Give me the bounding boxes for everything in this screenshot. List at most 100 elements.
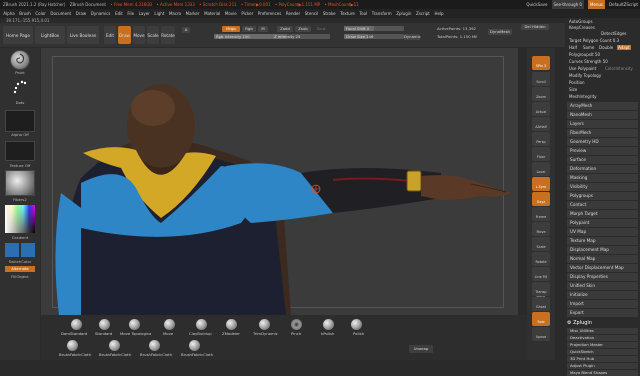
dynamesh-button[interactable]: DynaMesh	[488, 29, 512, 35]
group-visibility[interactable]: Visibility	[567, 183, 638, 191]
frame-button[interactable]: Frame	[532, 207, 550, 221]
zadd-button[interactable]: Zadd	[277, 26, 293, 32]
fill-object-label[interactable]: FillObject	[0, 274, 40, 279]
quicksave-button[interactable]: QuickSave	[526, 0, 547, 9]
plugin-adjust[interactable]: Adjust Plugin	[567, 363, 638, 369]
brush-thumbnail[interactable]	[10, 50, 30, 70]
size-button[interactable]: Size	[569, 87, 577, 92]
plugin-projection-master[interactable]: Projection Master	[567, 342, 638, 348]
canvas-viewport[interactable]	[41, 48, 518, 315]
group-contact[interactable]: Contact	[567, 201, 638, 209]
modify-topology-button[interactable]: Modify Topology	[569, 73, 601, 78]
menu-movie[interactable]: Movie	[225, 11, 237, 16]
move-view-button[interactable]: Move	[532, 222, 550, 236]
move-button[interactable]: Move	[133, 26, 145, 44]
group-masking[interactable]: Masking	[567, 174, 638, 182]
menu-stencil[interactable]: Stencil	[305, 11, 319, 16]
stroke-dots-icon[interactable]	[11, 78, 29, 96]
menus-button[interactable]: Menus	[587, 0, 606, 9]
detectedges-button[interactable]: DetectEdges	[601, 31, 627, 36]
menu-edit[interactable]: Edit	[115, 11, 123, 16]
zoom-button[interactable]: Zoom	[532, 87, 550, 101]
brush-move-icon[interactable]	[164, 319, 175, 330]
scale-button[interactable]: Scale	[147, 26, 159, 44]
brush-hpolish-icon[interactable]	[323, 319, 334, 330]
position-button[interactable]: Position	[569, 80, 585, 85]
linefill-button[interactable]: Line Fill PolyF	[532, 267, 550, 299]
group-export[interactable]: Export	[567, 309, 638, 317]
group-polygroups[interactable]: Polygroups	[567, 192, 638, 200]
zsub-button[interactable]: Zsub	[295, 26, 311, 32]
menu-draw[interactable]: Draw	[76, 11, 86, 16]
group-normal-map[interactable]: Normal Map	[567, 255, 638, 263]
rgb-button[interactable]: Rgb	[242, 26, 256, 32]
autogroups-button[interactable]: AutoGroups	[569, 19, 593, 24]
group-nanomesh[interactable]: NanoMesh	[567, 111, 638, 119]
group-vector-displacement-map[interactable]: Vector Displacement Map	[567, 264, 638, 272]
brush-pinch-icon[interactable]	[291, 319, 302, 330]
menu-layer[interactable]: Layer	[139, 11, 150, 16]
unwrap-button[interactable]: Unwrap	[409, 345, 433, 353]
half-button[interactable]: Half	[569, 45, 577, 50]
group-deformation[interactable]: Deformation	[567, 165, 638, 173]
xpose-button[interactable]: Xpose	[532, 327, 550, 341]
draw-button[interactable]: Draw	[118, 26, 131, 44]
brush-fabric-cloth-1-icon[interactable]	[67, 340, 78, 351]
menu-picker[interactable]: Picker	[241, 11, 253, 16]
character-model[interactable]	[41, 48, 518, 315]
material-thumbnail[interactable]	[5, 170, 35, 196]
menu-preferences[interactable]: Preferences	[258, 11, 282, 16]
menu-brush[interactable]: Brush	[19, 11, 31, 16]
plugin-deactivation[interactable]: Deactivation	[567, 335, 638, 341]
main-color-swatch[interactable]	[5, 243, 19, 257]
menu-stroke[interactable]: Stroke	[323, 11, 336, 16]
solo-button[interactable]: Solo	[532, 312, 550, 326]
group-uv-map[interactable]: UV Map	[567, 228, 638, 236]
brush-zmodeler-icon[interactable]	[226, 319, 237, 330]
menu-transform[interactable]: Transform	[372, 11, 392, 16]
brush-trimdynamic-icon[interactable]	[259, 319, 270, 330]
menu-tool[interactable]: Tool	[359, 11, 367, 16]
group-arraymesh[interactable]: ArrayMesh	[567, 102, 638, 110]
switch-color-label[interactable]: SwitchColor	[0, 259, 40, 264]
group-texture-map[interactable]: Texture Map	[567, 237, 638, 245]
menu-document[interactable]: Document	[50, 11, 71, 16]
rgb-intensity-slider[interactable]: Rgb Intensity 100	[214, 34, 272, 39]
floor-button[interactable]: Floor	[532, 147, 550, 161]
same-button[interactable]: Same	[583, 45, 594, 50]
brush-damstandard-icon[interactable]	[71, 319, 82, 330]
brush-claybuildup-icon[interactable]	[196, 319, 207, 330]
brush-fabric-cloth-3-icon[interactable]	[149, 340, 160, 351]
alternate-button[interactable]: Alternate	[5, 266, 35, 272]
brush-standard-icon[interactable]	[99, 319, 110, 330]
zplugin-header[interactable]: ⚙ Zplugin	[567, 319, 638, 327]
group-unified-skin[interactable]: Unified Skin	[567, 282, 638, 290]
zcut-button[interactable]: Zcut	[313, 26, 329, 32]
default-zscript-button[interactable]: DefaultZScript	[609, 0, 638, 9]
brush-move-topological-icon[interactable]	[129, 319, 140, 330]
menu-help[interactable]: Help	[434, 11, 443, 16]
rotate-view-button[interactable]: Rotate	[532, 252, 550, 266]
brush-fabric-cloth-2-icon[interactable]	[109, 340, 120, 351]
draw-size-slider[interactable]: Draw Size 146	[344, 34, 404, 39]
spix-button[interactable]: SPix 3	[532, 56, 550, 70]
menu-render[interactable]: Render	[286, 11, 300, 16]
live-boolean-button[interactable]: Live Boolean	[67, 26, 99, 44]
texture-thumbnail[interactable]	[5, 141, 35, 161]
transp-button[interactable]: Transp	[532, 282, 550, 296]
aahalf-button[interactable]: AAHalf	[532, 117, 550, 131]
scroll-button[interactable]: Scroll	[532, 72, 550, 86]
menu-zscript[interactable]: Zscript	[416, 11, 430, 16]
plugin-3d-print-hub[interactable]: 3D Print Hub	[567, 356, 638, 362]
mrgb-button[interactable]: Mrgb	[222, 26, 240, 32]
gxyz-button[interactable]: Gxyz	[532, 192, 550, 206]
double-button[interactable]: Double	[599, 45, 613, 50]
meshintegrity-button[interactable]: MeshIntegrity	[569, 94, 597, 99]
group-displacement-map[interactable]: Displacement Map	[567, 246, 638, 254]
menu-dynamics[interactable]: Dynamics	[91, 11, 111, 16]
lightbox-button[interactable]: LightBox	[35, 26, 65, 44]
keepcreases-button[interactable]: KeepCreases	[569, 25, 595, 30]
focal-shift-slider[interactable]: Focal Shift 0	[344, 26, 404, 31]
plugin-maya-blend-shapes[interactable]: Maya Blend Shapes	[567, 370, 638, 376]
menu-zplugin[interactable]: Zplugin	[396, 11, 411, 16]
